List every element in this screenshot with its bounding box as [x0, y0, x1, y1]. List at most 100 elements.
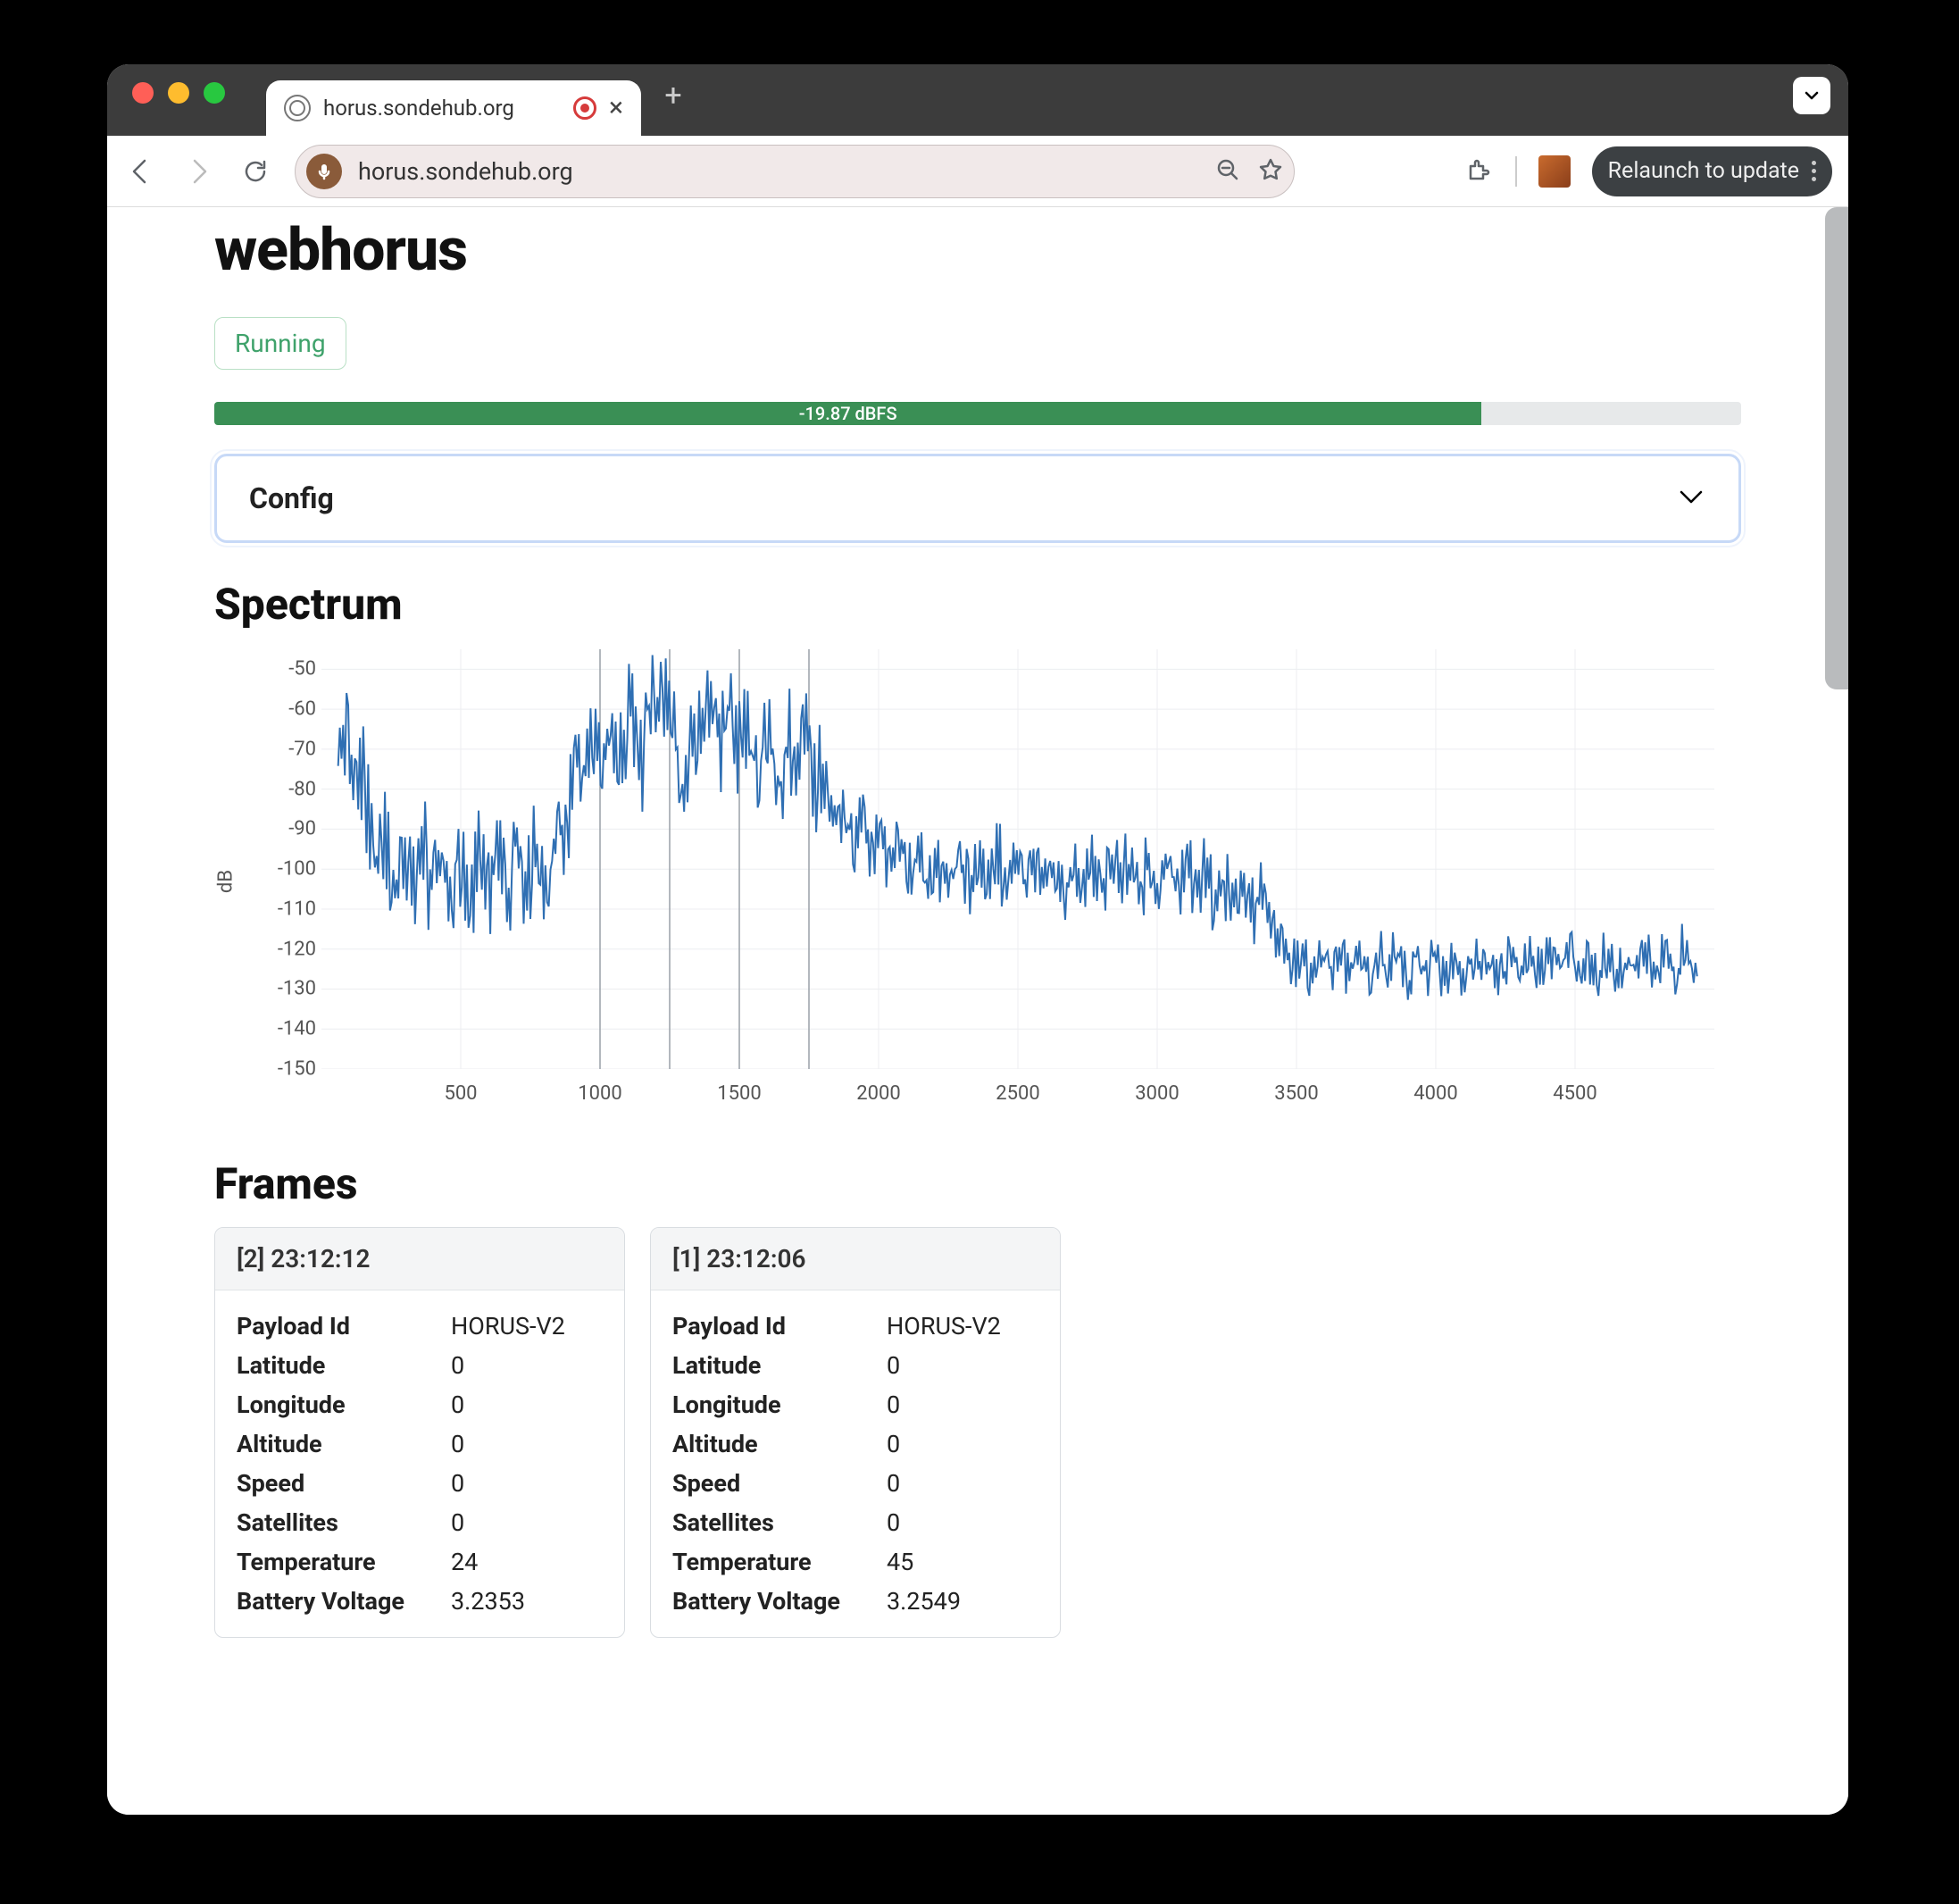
zoom-icon[interactable] [1215, 157, 1240, 186]
frame-field-value: HORUS-V2 [887, 1307, 1038, 1346]
frame-header: [1] 23:12:06 [651, 1228, 1060, 1290]
browser-tab[interactable]: horus.sondehub.org × [266, 80, 641, 136]
chart-ytick: -140 [268, 1018, 316, 1040]
frame-field-row: Battery Voltage3.2353 [237, 1582, 603, 1621]
config-toggle[interactable]: Config [214, 454, 1741, 543]
frame-field-row: Altitude0 [237, 1424, 603, 1464]
frame-field-row: Satellites0 [237, 1503, 603, 1542]
chart-xtick: 3500 [1274, 1082, 1318, 1105]
chart-ytick: -110 [268, 898, 316, 920]
frame-field-key: Speed [672, 1464, 887, 1503]
chart-plot-area[interactable] [321, 649, 1714, 1069]
chart-ytick: -150 [268, 1058, 316, 1081]
frame-field-row: Payload IdHORUS-V2 [672, 1307, 1038, 1346]
chart-ylabel: dB [215, 870, 238, 893]
relaunch-button[interactable]: Relaunch to update [1592, 146, 1832, 196]
profile-avatar[interactable] [1538, 155, 1571, 188]
globe-icon [284, 95, 311, 121]
minimize-window-button[interactable] [168, 82, 189, 104]
frame-card: [1] 23:12:06Payload IdHORUS-V2Latitude0L… [650, 1227, 1061, 1638]
frame-field-key: Longitude [237, 1385, 451, 1424]
chart-xtick: 2000 [856, 1082, 900, 1105]
chart-ytick: -90 [268, 818, 316, 840]
recording-icon [573, 96, 596, 120]
chart-ytick: -50 [268, 658, 316, 681]
frame-field-key: Payload Id [672, 1307, 887, 1346]
chart-xtick: 4000 [1413, 1082, 1457, 1105]
frame-field-value: 0 [887, 1424, 1038, 1464]
tab-bar: horus.sondehub.org × + [107, 64, 1848, 136]
page-title: webhorus [214, 216, 1741, 285]
chart-xtick: 1000 [578, 1082, 621, 1105]
page-viewport: webhorus Running -19.87 dBFS Config Spec… [107, 207, 1848, 1815]
frame-field-key: Payload Id [237, 1307, 451, 1346]
new-tab-button[interactable]: + [655, 78, 691, 113]
chart-xtick: 3000 [1135, 1082, 1179, 1105]
url-field[interactable]: horus.sondehub.org [295, 145, 1295, 198]
frame-body: Payload IdHORUS-V2Latitude0Longitude0Alt… [651, 1290, 1060, 1637]
frame-field-key: Temperature [672, 1542, 887, 1582]
frame-field-row: Longitude0 [672, 1385, 1038, 1424]
status-badge: Running [214, 317, 346, 370]
fullscreen-button[interactable] [204, 82, 225, 104]
frame-field-value: 0 [887, 1385, 1038, 1424]
frame-field-key: Longitude [672, 1385, 887, 1424]
frames-row: [2] 23:12:12Payload IdHORUS-V2Latitude0L… [214, 1227, 1741, 1638]
spectrum-heading: Spectrum [214, 579, 1741, 630]
dbfs-meter: -19.87 dBFS [214, 402, 1741, 425]
reload-button[interactable] [238, 154, 273, 189]
close-window-button[interactable] [132, 82, 154, 104]
frame-field-row: Temperature24 [237, 1542, 603, 1582]
chevron-down-icon [1676, 481, 1706, 515]
extensions-icon[interactable] [1462, 155, 1494, 188]
relaunch-label: Relaunch to update [1608, 158, 1799, 184]
frame-field-key: Latitude [672, 1346, 887, 1385]
frame-field-key: Satellites [237, 1503, 451, 1542]
frame-field-key: Altitude [672, 1424, 887, 1464]
frame-field-value: 24 [451, 1542, 603, 1582]
page-content: webhorus Running -19.87 dBFS Config Spec… [107, 207, 1848, 1674]
frame-field-row: Latitude0 [672, 1346, 1038, 1385]
microphone-icon [306, 154, 342, 189]
frame-field-value: 0 [451, 1385, 603, 1424]
frames-heading: Frames [214, 1158, 1741, 1209]
frame-field-key: Battery Voltage [237, 1582, 451, 1621]
frame-field-row: Satellites0 [672, 1503, 1038, 1542]
frame-field-key: Satellites [672, 1503, 887, 1542]
frame-field-value: 45 [887, 1542, 1038, 1582]
back-button[interactable] [123, 154, 159, 189]
frame-card: [2] 23:12:12Payload IdHORUS-V2Latitude0L… [214, 1227, 625, 1638]
address-bar: horus.sondehub.org Relaunch to update [107, 136, 1848, 207]
more-icon [1812, 161, 1816, 181]
close-tab-button[interactable]: × [609, 95, 623, 121]
frame-field-value: 0 [451, 1346, 603, 1385]
chart-xtick: 500 [444, 1082, 477, 1105]
chart-xtick: 4500 [1553, 1082, 1596, 1105]
frame-field-row: Temperature45 [672, 1542, 1038, 1582]
dbfs-fill: -19.87 dBFS [214, 402, 1481, 425]
frame-field-value: 0 [887, 1346, 1038, 1385]
frame-field-key: Altitude [237, 1424, 451, 1464]
tab-title: horus.sondehub.org [323, 96, 561, 121]
frame-field-key: Latitude [237, 1346, 451, 1385]
bookmark-star-icon[interactable] [1258, 157, 1283, 186]
spectrum-chart: dB -50-60-70-80-90-100-110-120-130-140-1… [214, 640, 1741, 1123]
chart-xtick: 1500 [717, 1082, 761, 1105]
frame-field-row: Speed0 [672, 1464, 1038, 1503]
forward-button[interactable] [180, 154, 216, 189]
vertical-scrollbar[interactable] [1825, 207, 1848, 689]
frame-field-value: 0 [451, 1424, 603, 1464]
tab-overflow-button[interactable] [1793, 77, 1830, 114]
frame-field-row: Longitude0 [237, 1385, 603, 1424]
frame-field-key: Speed [237, 1464, 451, 1503]
frame-field-row: Speed0 [237, 1464, 603, 1503]
frame-field-row: Payload IdHORUS-V2 [237, 1307, 603, 1346]
frame-field-value: 0 [451, 1464, 603, 1503]
frame-field-value: 3.2549 [887, 1582, 1038, 1621]
window-controls [132, 82, 225, 104]
frame-field-key: Temperature [237, 1542, 451, 1582]
frame-field-value: 0 [451, 1503, 603, 1542]
url-text: horus.sondehub.org [358, 157, 1199, 186]
frame-field-row: Latitude0 [237, 1346, 603, 1385]
frame-field-value: 0 [887, 1464, 1038, 1503]
